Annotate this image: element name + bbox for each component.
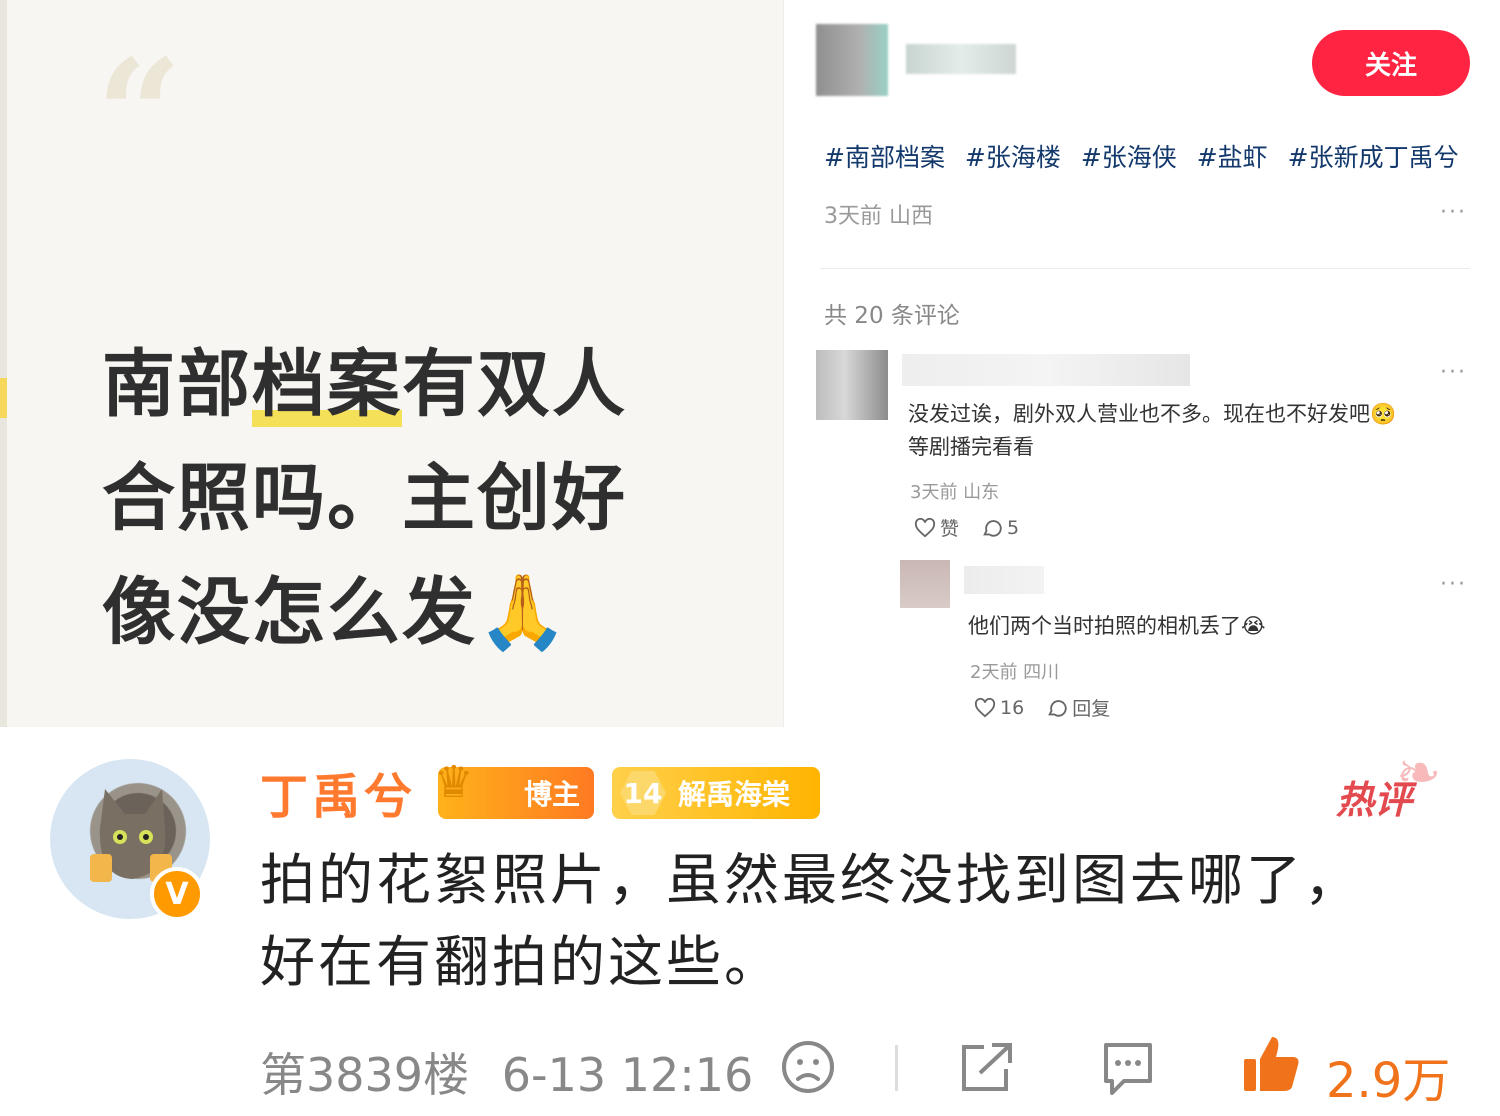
comment-more-icon[interactable]: ··· — [1440, 360, 1467, 385]
follow-button[interactable]: 关注 — [1312, 30, 1470, 96]
comment-meta: 3天前 山东 — [910, 482, 1000, 503]
post-meta: 3天前 山西 — [824, 204, 933, 229]
note-detail-panel: 关注 #南部档案 #张海楼 #张海侠 #盐虾 #张新成丁禹兮 3天前 山西 ··… — [784, 0, 1500, 727]
hashtag-link[interactable]: #张海楼 — [965, 143, 1061, 172]
reply-avatar[interactable] — [900, 560, 950, 608]
note-text-highlight: 档案 — [252, 342, 402, 427]
reply-more-icon[interactable]: ··· — [1440, 572, 1467, 597]
comment-body-line: 拍的花絮照片，虽然最终没找到图去哪了， — [260, 848, 1363, 912]
heart-icon — [974, 697, 996, 717]
fan-group-name: 解禹海棠 — [678, 778, 791, 811]
reply-button[interactable]: 5 — [981, 517, 1019, 539]
note-image-card: “ 南部档案有双人 合照吗。主创好 像没怎么发🙏 — [0, 0, 784, 727]
thumbs-up-icon[interactable] — [1240, 1033, 1302, 1095]
post-more-icon[interactable]: ··· — [1440, 200, 1467, 225]
footer-divider — [895, 1045, 898, 1091]
blogger-badge-label: 博主 — [523, 778, 580, 811]
like-button[interactable]: 16 — [974, 697, 1024, 719]
comment-footer: 第3839楼 6-13 12:16 — [260, 1039, 753, 1105]
commenter-name-blurred[interactable] — [902, 354, 1190, 386]
like-count[interactable]: 2.9万 — [1326, 1041, 1450, 1111]
heart-icon — [914, 517, 936, 537]
reply-name-blurred[interactable] — [964, 566, 1044, 594]
note-text-line3: 像没怎么发🙏 — [102, 570, 570, 655]
hashtag-list: #南部档案 #张海楼 #张海侠 #盐虾 #张新成丁禹兮 — [824, 138, 1471, 174]
comment-text-line: 等剧播完看看 — [908, 435, 1034, 459]
comment-icon — [1048, 699, 1067, 717]
author-name-blurred[interactable] — [906, 44, 1016, 74]
reply-count: 5 — [1007, 516, 1020, 539]
chat-icon[interactable] — [1098, 1039, 1158, 1097]
note-text-line1-end: 有双人 — [402, 342, 627, 427]
note-card-text: 南部档案有双人 合照吗。主创好 像没怎么发🙏 — [102, 328, 722, 670]
reply-text: 他们两个当时拍照的相机丢了😭 — [968, 614, 1266, 638]
blogger-badge[interactable]: ♛ 博主 — [434, 757, 594, 819]
hashtag-link[interactable]: #盐虾 — [1197, 143, 1268, 172]
comment-time: 6-13 12:16 — [501, 1048, 754, 1102]
like-count: 16 — [1000, 696, 1025, 719]
reply-label: 回复 — [1072, 698, 1111, 720]
reply-actions: 16 回复 — [974, 694, 1110, 721]
left-edge-highlight — [0, 378, 7, 418]
quote-mark-icon: “ — [96, 27, 183, 203]
commenter-avatar[interactable] — [816, 350, 888, 420]
reply-meta: 2天前 四川 — [970, 662, 1060, 683]
hashtag-link[interactable]: #张新成丁禹兮 — [1288, 143, 1459, 172]
author-avatar[interactable] — [816, 24, 888, 96]
hashtag-link[interactable]: #南部档案 — [824, 143, 945, 172]
like-button[interactable]: 赞 — [914, 514, 959, 541]
share-icon[interactable] — [956, 1039, 1016, 1095]
comment-body: 拍的花絮照片，虽然最终没找到图去哪了， 好在有翻拍的这些。 — [260, 839, 1450, 1003]
comment-actions: 赞 5 — [914, 514, 1019, 541]
weibo-comment: V 丁禹兮 ♛ 博主 14 解禹海棠 ❧ 热评 拍的花絮照片，虽然最终没找到图去… — [0, 727, 1500, 1116]
verified-badge: V — [150, 867, 204, 921]
fan-group-badge[interactable]: 14 解禹海棠 — [612, 767, 820, 819]
username[interactable]: 丁禹兮 — [260, 757, 416, 827]
note-screenshot: “ 南部档案有双人 合照吗。主创好 像没怎么发🙏 关注 #南部档案 #张海楼 #… — [0, 0, 1500, 727]
like-label: 赞 — [940, 518, 960, 540]
hashtag-link[interactable]: #张海侠 — [1081, 143, 1177, 172]
hot-comment-label: 热评 — [1336, 778, 1413, 822]
note-text-line1-start: 南部 — [102, 342, 252, 427]
floor-number: 第3839楼 — [260, 1048, 470, 1102]
comment-text-line: 没发过诶，剧外双人营业也不多。现在也不好发吧🥺 — [908, 402, 1397, 426]
left-edge-strip — [0, 0, 7, 727]
sad-face-icon[interactable] — [780, 1039, 836, 1095]
fan-level: 14 — [620, 771, 666, 815]
note-text-line2: 合照吗。主创好 — [102, 456, 627, 541]
comment-body-line: 好在有翻拍的这些。 — [260, 930, 783, 994]
comment-text: 没发过诶，剧外双人营业也不多。现在也不好发吧🥺 等剧播完看看 — [908, 398, 1396, 464]
comment-count: 共 20 条评论 — [824, 303, 960, 329]
comment-icon — [983, 519, 1002, 537]
reply-button[interactable]: 回复 — [1046, 694, 1110, 721]
divider — [820, 268, 1470, 269]
crown-icon: ♛ — [434, 757, 474, 808]
